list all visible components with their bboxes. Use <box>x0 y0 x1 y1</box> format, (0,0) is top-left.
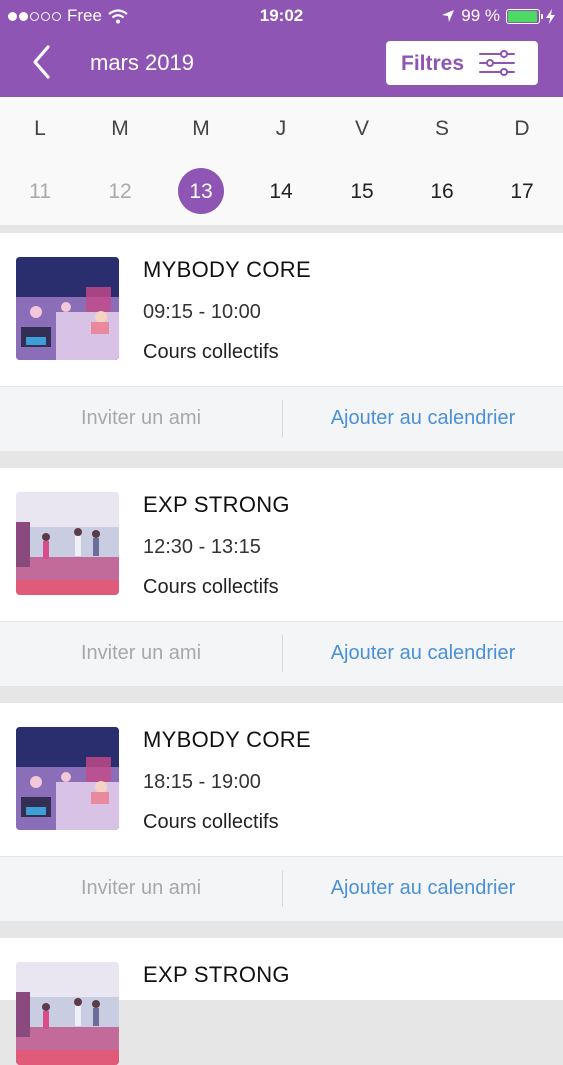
battery-percent: 99 % <box>461 6 500 25</box>
class-card[interactable]: EXP STRONG 12:30 - 13:15 Cours collectifs I… <box>0 468 563 686</box>
top-bar: Free 19:02 99 % mars 2019 Filtres <box>0 0 563 97</box>
class-thumbnail <box>16 492 119 595</box>
chevron-left-icon <box>33 45 50 79</box>
class-time: 18:15 - 19:00 <box>143 771 261 793</box>
class-actions: Inviter un ami Ajouter au calendrier <box>0 386 563 451</box>
day-number-17[interactable]: 17 <box>482 180 562 204</box>
filters-button[interactable]: Filtres <box>386 41 538 85</box>
page-title: mars 2019 <box>90 50 194 75</box>
back-button[interactable] <box>28 44 58 80</box>
weekday-label: D <box>514 117 530 140</box>
class-time: 09:15 - 10:00 <box>143 301 261 323</box>
class-type: Cours collectifs <box>143 341 279 363</box>
day-number-15[interactable]: 15 <box>322 180 402 204</box>
class-title: EXP STRONG <box>143 492 290 517</box>
location-arrow-icon <box>442 10 455 22</box>
class-actions: Inviter un ami Ajouter au calendrier <box>0 856 563 921</box>
class-title: EXP STRONG <box>143 962 290 987</box>
weekday-label: L <box>34 117 46 140</box>
sliders-icon <box>479 50 515 76</box>
battery-icon <box>506 8 543 24</box>
class-card[interactable]: MYBODY CORE 18:15 - 19:00 Cours collectifs… <box>0 703 563 921</box>
class-thumbnail <box>16 257 119 360</box>
class-card[interactable]: MYBODY CORE 09:15 - 10:00 Cours collectifs… <box>0 233 563 451</box>
class-time: 12:30 - 13:15 <box>143 536 261 558</box>
add-to-calendar-button[interactable]: Ajouter au calendrier <box>283 407 563 430</box>
class-actions: Inviter un ami Ajouter au calendrier <box>0 621 563 686</box>
class-card[interactable]: EXP STRONG <box>0 938 563 1065</box>
day-number-12[interactable]: 12 <box>80 180 160 204</box>
weekday-label: S <box>434 117 449 140</box>
charging-icon <box>546 8 555 24</box>
class-title: MYBODY CORE <box>143 727 311 752</box>
weekday-label: M <box>192 117 210 140</box>
invite-friend-button[interactable]: Inviter un ami <box>0 877 282 900</box>
add-to-calendar-button[interactable]: Ajouter au calendrier <box>283 877 563 900</box>
day-number-13[interactable]: 13 <box>161 180 241 204</box>
class-thumbnail <box>16 962 119 1065</box>
invite-friend-button[interactable]: Inviter un ami <box>0 407 282 430</box>
invite-friend-button[interactable]: Inviter un ami <box>0 642 282 665</box>
day-number-16[interactable]: 16 <box>402 180 482 204</box>
weekday-label: M <box>111 117 129 140</box>
weekday-label: V <box>354 117 369 140</box>
status-bar: Free 19:02 99 % <box>0 0 563 32</box>
class-type: Cours collectifs <box>143 576 279 598</box>
week-strip: L 11 M 12 M 13 J 14 V 15 S 16 D 17 <box>0 97 563 225</box>
class-thumbnail <box>16 727 119 830</box>
add-to-calendar-button[interactable]: Ajouter au calendrier <box>283 642 563 665</box>
class-title: MYBODY CORE <box>143 257 311 282</box>
day-number-11[interactable]: 11 <box>0 180 80 204</box>
day-number-14[interactable]: 14 <box>241 180 321 204</box>
weekday-label: J <box>275 117 287 140</box>
filters-button-label: Filtres <box>401 52 465 75</box>
class-type: Cours collectifs <box>143 811 279 833</box>
